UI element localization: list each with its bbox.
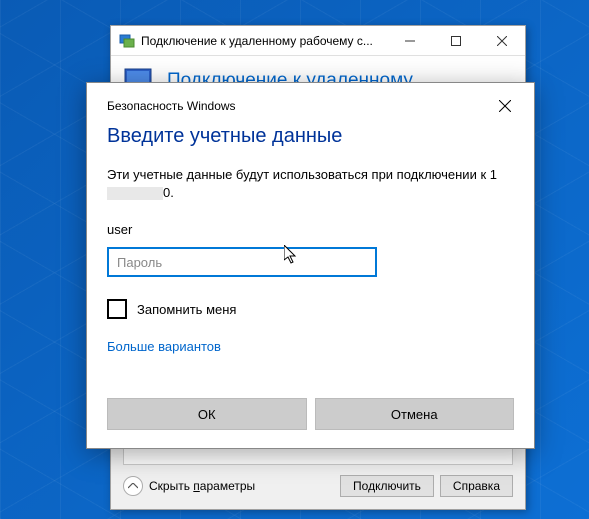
security-dialog: Безопасность Windows Введите учетные дан… — [86, 82, 535, 449]
redacted-ip — [107, 187, 163, 200]
password-input[interactable] — [107, 247, 377, 277]
dialog-buttons: ОК Отмена — [107, 398, 514, 430]
rdp-titlebar[interactable]: Подключение к удаленному рабочему с... — [111, 26, 525, 56]
cancel-button[interactable]: Отмена — [315, 398, 515, 430]
chevron-up-icon[interactable] — [123, 476, 143, 496]
ok-button[interactable]: ОК — [107, 398, 307, 430]
minimize-button[interactable] — [387, 26, 433, 56]
username-label: user — [107, 222, 514, 237]
security-titlebar: Безопасность Windows — [107, 97, 514, 115]
more-options-link[interactable]: Больше вариантов — [107, 339, 514, 354]
connect-button[interactable]: Подключить — [340, 475, 434, 497]
remember-checkbox[interactable] — [107, 299, 127, 319]
credentials-description: Эти учетные данные будут использоваться … — [107, 166, 514, 202]
window-controls — [387, 26, 525, 56]
remember-label: Запомнить меня — [137, 302, 236, 317]
help-button[interactable]: Справка — [440, 475, 513, 497]
maximize-button[interactable] — [433, 26, 479, 56]
credentials-heading: Введите учетные данные — [107, 125, 514, 148]
close-icon[interactable] — [496, 97, 514, 115]
rdp-bottom-bar: Скрыть параметры Подключить Справка — [111, 465, 525, 509]
rdp-app-icon — [119, 33, 135, 49]
close-button[interactable] — [479, 26, 525, 56]
remember-row: Запомнить меня — [107, 299, 514, 319]
security-window-title: Безопасность Windows — [107, 99, 496, 113]
hide-params-link[interactable]: Скрыть параметры — [149, 479, 334, 493]
rdp-window-title: Подключение к удаленному рабочему с... — [141, 34, 387, 48]
